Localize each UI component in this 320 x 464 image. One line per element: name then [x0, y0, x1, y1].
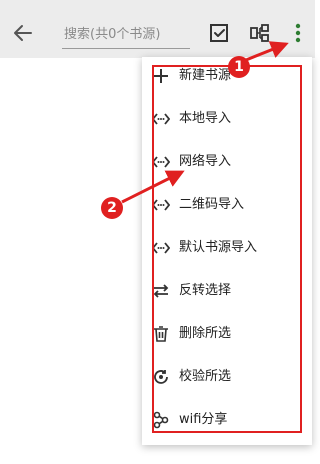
- status-bar: [0, 0, 315, 8]
- menu-item-label: 网络导入: [179, 154, 232, 169]
- menu-item-label: 删除所选: [179, 326, 232, 341]
- select-all-icon[interactable]: [208, 22, 230, 44]
- trash-icon: [154, 326, 168, 342]
- menu-item-label: 本地导入: [179, 111, 232, 126]
- menu-item-label: wifi分享: [179, 412, 228, 427]
- more-vert-icon[interactable]: [288, 21, 308, 45]
- menu-item-wifi-share[interactable]: wifi分享: [142, 403, 312, 437]
- search-input[interactable]: [62, 20, 191, 48]
- toolbar: [0, 8, 315, 58]
- annotation-badge-2: 2: [101, 197, 123, 219]
- import-code-icon: [152, 156, 170, 168]
- menu-item-label: 新建书源: [179, 68, 232, 83]
- menu-item-invert-selection[interactable]: 反转选择: [142, 274, 312, 308]
- menu-item-new-source[interactable]: 新建书源: [142, 59, 312, 93]
- menu-item-check-selected[interactable]: 校验所选: [142, 360, 312, 394]
- swap-arrows-icon: [153, 284, 169, 298]
- search-underline: [62, 48, 190, 49]
- overflow-menu: 新建书源 本地导入 网络导入 二维码导入 默认书源导入 反转选择 删除所选 校验…: [142, 57, 312, 445]
- back-arrow-icon[interactable]: [11, 21, 35, 45]
- menu-item-local-import[interactable]: 本地导入: [142, 102, 312, 136]
- group-icon[interactable]: [249, 22, 271, 44]
- import-code-icon: [152, 199, 170, 211]
- import-code-icon: [152, 242, 170, 254]
- menu-item-label: 反转选择: [179, 283, 232, 298]
- import-code-icon: [152, 113, 170, 125]
- annotation-badge-1: 1: [228, 56, 250, 78]
- menu-item-delete-selected[interactable]: 删除所选: [142, 317, 312, 351]
- menu-item-label: 默认书源导入: [179, 240, 258, 255]
- menu-item-network-import[interactable]: 网络导入: [142, 145, 312, 179]
- menu-item-label: 二维码导入: [179, 197, 245, 212]
- plus-icon: [154, 69, 168, 83]
- refresh-check-icon: [154, 370, 168, 384]
- menu-item-default-import[interactable]: 默认书源导入: [142, 231, 312, 265]
- menu-item-label: 校验所选: [179, 369, 232, 384]
- menu-item-qrcode-import[interactable]: 二维码导入: [142, 188, 312, 222]
- share-icon: [153, 411, 169, 429]
